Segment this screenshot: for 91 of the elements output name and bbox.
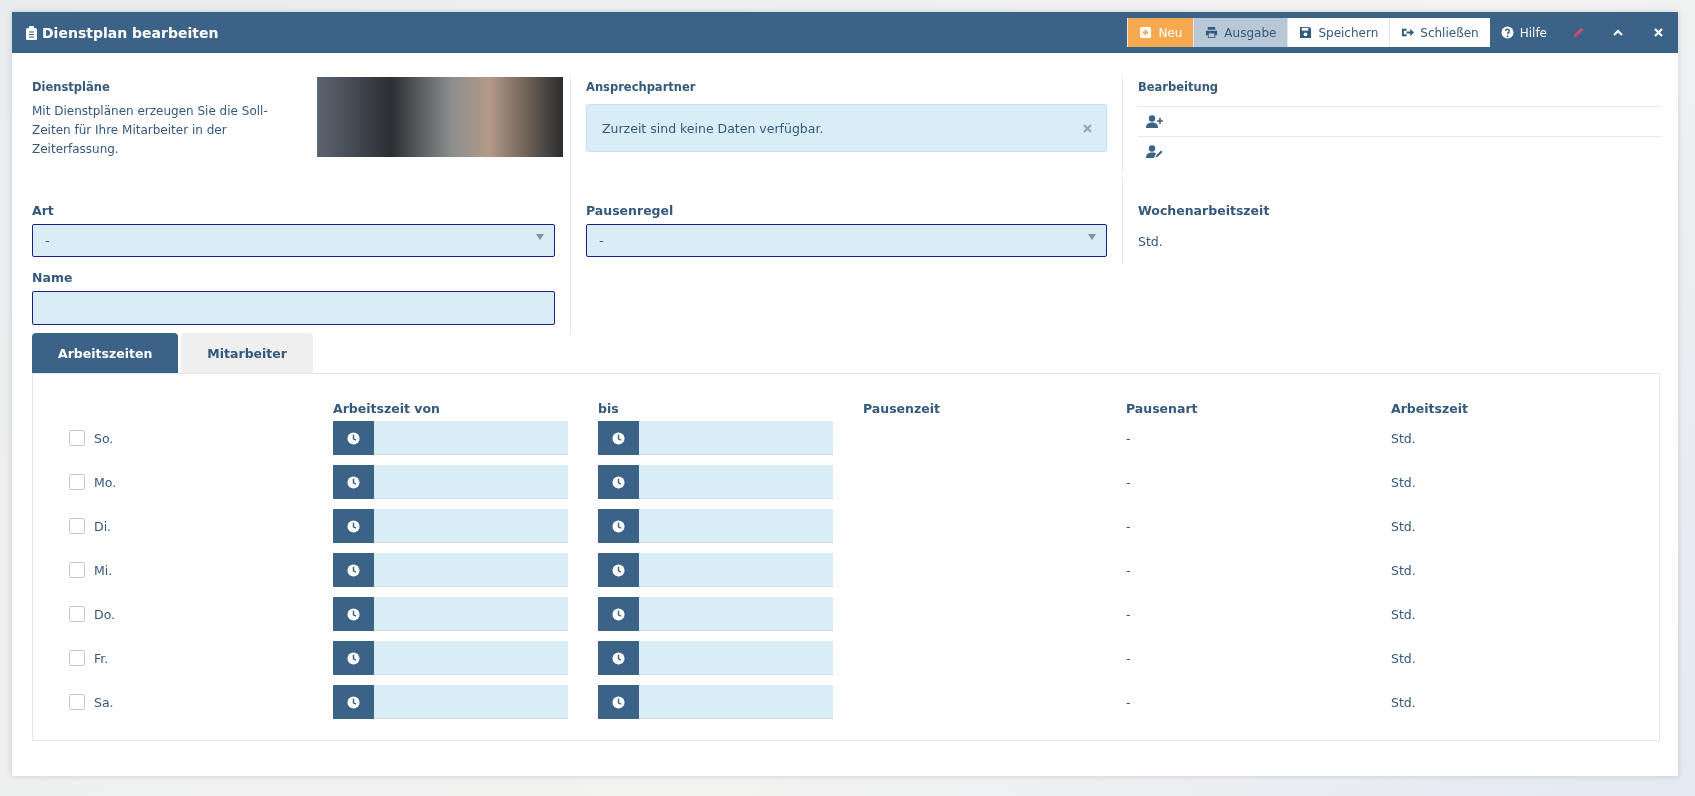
tab[interactable]: Mitarbeiter <box>181 333 313 373</box>
help-icon <box>1500 26 1514 39</box>
time-to-field[interactable] <box>598 509 833 543</box>
day-label: Mo. <box>94 474 117 490</box>
day-label: Mi. <box>94 562 113 578</box>
checkbox[interactable] <box>69 562 85 578</box>
day-label: Fr. <box>94 650 109 666</box>
table-cell-text: - <box>1126 474 1132 490</box>
time-to-field[interactable] <box>598 685 833 719</box>
section-title: Dienstpläne <box>32 80 111 94</box>
clock-icon <box>347 695 360 709</box>
table-cell-text: Std. <box>1391 694 1417 710</box>
save-button[interactable]: Speichern <box>1287 18 1390 47</box>
checkbox[interactable] <box>69 694 85 710</box>
column-header: Pausenart <box>1126 401 1199 416</box>
table-cell-text: Std. <box>1391 650 1417 666</box>
user-plus-icon[interactable] <box>1146 115 1163 128</box>
time-to-field[interactable] <box>598 553 833 587</box>
pausenregel-select[interactable]: - <box>586 224 1107 257</box>
field-label: Pausenregel <box>586 203 675 218</box>
clock-icon <box>612 651 625 665</box>
day-label: So. <box>94 430 114 446</box>
clock-icon <box>347 431 360 445</box>
day-label: Do. <box>94 606 116 622</box>
clock-icon <box>347 607 360 621</box>
clipboard-icon <box>26 25 37 40</box>
table-cell-text: Std. <box>1391 606 1417 622</box>
alert-text: Zurzeit sind keine Daten verfügbar. <box>602 120 824 136</box>
column-header: Arbeitszeit <box>1391 401 1469 416</box>
table-cell-text: - <box>1126 650 1132 666</box>
checkbox[interactable] <box>69 430 85 446</box>
time-from-field[interactable] <box>333 465 568 499</box>
table-cell-text: Std. <box>1391 474 1417 490</box>
column-header: Arbeitszeit von <box>333 401 441 416</box>
clock-icon <box>612 519 625 533</box>
close-button[interactable]: Schließen <box>1389 18 1490 47</box>
clock-icon <box>347 519 360 533</box>
time-from-field[interactable] <box>333 685 568 719</box>
time-to-field[interactable] <box>598 421 833 455</box>
day-label: Di. <box>94 518 112 534</box>
user-edit-icon[interactable] <box>1146 145 1163 158</box>
clock-icon <box>347 563 360 577</box>
field-label: Wochenarbeitszeit <box>1138 203 1271 218</box>
clock-icon <box>347 475 360 489</box>
table-cell-text: - <box>1126 518 1132 534</box>
table-cell-text: Std. <box>1391 430 1417 446</box>
pencil-icon <box>1571 26 1585 39</box>
clock-icon <box>612 475 625 489</box>
time-from-field[interactable] <box>333 509 568 543</box>
checkbox[interactable] <box>69 650 85 666</box>
table-cell-text: Std. <box>1391 562 1417 578</box>
column-header: bis <box>598 401 620 416</box>
clock-icon <box>612 607 625 621</box>
sign-out-icon <box>1401 26 1415 39</box>
clock-icon <box>612 563 625 577</box>
time-to-field[interactable] <box>598 641 833 675</box>
section-title: Bearbeitung <box>1138 80 1220 94</box>
print-button[interactable]: Ausgabe <box>1193 18 1288 47</box>
checkbox[interactable] <box>69 474 85 490</box>
table-cell-text: Std. <box>1391 518 1417 534</box>
time-from-field[interactable] <box>333 641 568 675</box>
time-from-field[interactable] <box>333 553 568 587</box>
table-cell-text: - <box>1126 562 1132 578</box>
name-input[interactable] <box>32 291 555 325</box>
clock-icon <box>612 695 625 709</box>
section-title: Ansprechpartner <box>586 80 697 94</box>
checkbox[interactable] <box>69 518 85 534</box>
printer-icon <box>1205 26 1219 39</box>
close-icon <box>1652 27 1664 38</box>
day-label: Sa. <box>94 694 114 710</box>
field-value: Std. <box>1138 234 1164 249</box>
field-label: Art <box>32 203 55 218</box>
table-cell-text: - <box>1126 430 1132 446</box>
clock-icon <box>347 651 360 665</box>
column-header: Pausenzeit <box>863 401 941 416</box>
time-from-field[interactable] <box>333 421 568 455</box>
close-icon <box>1083 123 1092 133</box>
checkbox[interactable] <box>69 606 85 622</box>
clock-icon <box>612 431 625 445</box>
table-cell-text: - <box>1126 606 1132 622</box>
art-select[interactable]: - <box>32 224 555 257</box>
plus-square-icon <box>1139 26 1153 39</box>
time-to-field[interactable] <box>598 465 833 499</box>
field-label: Name <box>32 270 74 285</box>
window-title: Dienstplan bearbeiten <box>42 24 219 41</box>
tab[interactable]: Arbeitszeiten <box>32 333 179 373</box>
time-from-field[interactable] <box>333 597 568 631</box>
intro-text: Mit Dienstplänen erzeugen Sie die Soll-Zeiten für Ihre Mitarbeiter in der Zeiterfassung. <box>32 103 269 158</box>
help-button[interactable]: Hilfe <box>1489 18 1558 47</box>
table-cell-text: - <box>1126 694 1132 710</box>
time-to-field[interactable] <box>598 597 833 631</box>
